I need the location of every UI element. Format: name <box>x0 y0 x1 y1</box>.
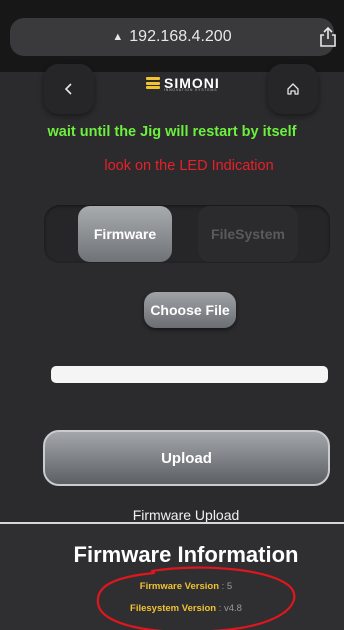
firmware-version-row: Firmware Version : 5 <box>0 581 344 592</box>
browser-address-bar: ▲ 192.168.4.200 <box>0 0 344 72</box>
upload-type-tabs: Firmware FileSystem <box>44 205 330 263</box>
simoni-logo: SIMONI INNOVATION SYSTEMS <box>146 72 220 94</box>
led-message: look on the LED Indication <box>104 158 274 174</box>
firmware-version-value: : 5 <box>221 581 233 592</box>
share-icon[interactable] <box>318 26 338 48</box>
upload-progress-bar <box>51 366 328 383</box>
info-title: Firmware Information <box>73 542 299 567</box>
tab-firmware[interactable]: Firmware <box>78 206 172 262</box>
firmware-version-label: Firmware Version <box>139 581 219 592</box>
home-icon <box>287 83 299 95</box>
upload-button[interactable]: Upload <box>43 430 330 486</box>
tab-filesystem[interactable]: FileSystem <box>198 206 298 262</box>
back-button[interactable] <box>44 64 94 114</box>
logo-mark-icon <box>146 77 160 89</box>
chevron-left-icon <box>64 83 72 95</box>
filesystem-version-row: Filesystem Version : v4.8 <box>0 603 344 614</box>
filesystem-version-label: Filesystem Version <box>130 603 217 614</box>
upload-section-label: Firmware Upload <box>132 507 240 523</box>
restart-message: wait until the Jig will restart by itsel… <box>47 124 297 140</box>
app-screen: ▲ 192.168.4.200 SIMONI INNOVATION SYSTEM… <box>0 0 344 630</box>
lock-icon: ▲ <box>112 31 124 43</box>
url-text: 192.168.4.200 <box>129 28 232 45</box>
choose-file-button[interactable]: Choose File <box>144 292 236 328</box>
home-button[interactable] <box>268 64 318 114</box>
logo-subtext: INNOVATION SYSTEMS <box>164 88 218 92</box>
info-panel <box>0 524 344 630</box>
filesystem-version-value: : v4.8 <box>218 603 242 614</box>
url-field[interactable]: ▲ 192.168.4.200 <box>10 18 336 56</box>
